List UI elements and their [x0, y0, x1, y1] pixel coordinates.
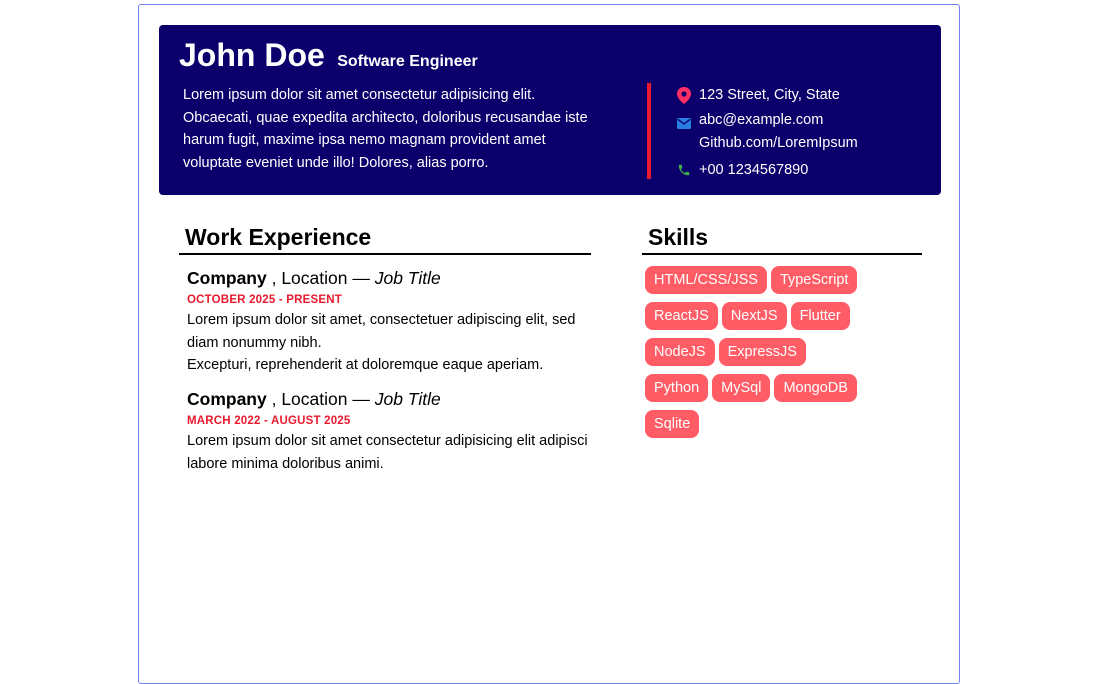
- skills-list: HTML/CSS/JSS TypeScript ReactJS NextJS F…: [645, 266, 875, 446]
- job-description: Lorem ipsum dolor sit amet, consectetuer…: [187, 309, 607, 377]
- header-divider: [647, 83, 651, 179]
- job-location: , Location —: [266, 389, 375, 409]
- contact-phone: +00 1234567890: [675, 161, 808, 179]
- person-name: John Doe: [179, 37, 325, 73]
- phone-text: +00 1234567890: [699, 162, 809, 178]
- skill-tag: ExpressJS: [718, 338, 806, 366]
- summary-text: Lorem ipsum dolor sit amet consectetur a…: [183, 87, 588, 171]
- job-location: , Location —: [266, 268, 375, 288]
- skill-tag: MongoDB: [774, 374, 857, 402]
- job-entry-1: Company , Location — Job Title OCTOBER 2…: [187, 268, 607, 377]
- job-title: Job Title: [374, 389, 441, 409]
- skill-tag: ReactJS: [645, 302, 718, 330]
- contact-email-github: abc@example.com Github.com/LoremIpsum: [675, 112, 858, 155]
- person-role: Software Engineer: [337, 53, 478, 70]
- job-description-line: Lorem ipsum dolor sit amet consectetur a…: [187, 433, 588, 472]
- email-github-block: abc@example.com Github.com/LoremIpsum: [699, 109, 858, 155]
- skill-tag: NodeJS: [645, 338, 715, 366]
- job-company: Company: [187, 268, 267, 288]
- job-description: Lorem ipsum dolor sit amet consectetur a…: [187, 430, 607, 475]
- email-text[interactable]: abc@example.com: [699, 109, 858, 132]
- skill-tag: Sqlite: [645, 410, 700, 438]
- skill-tag: HTML/CSS/JSS: [645, 266, 767, 294]
- job-title: Job Title: [374, 268, 441, 288]
- address-text: 123 Street, City, State: [699, 87, 840, 103]
- job-company: Company: [187, 389, 267, 409]
- location-pin-icon: [675, 86, 693, 104]
- job-entry-2: Company , Location — Job Title MARCH 202…: [187, 389, 607, 475]
- phone-icon: [675, 161, 693, 179]
- skill-tag: Python: [645, 374, 709, 402]
- skill-tag: MySql: [712, 374, 771, 402]
- job-heading: Company , Location — Job Title: [187, 268, 607, 289]
- job-heading: Company , Location — Job Title: [187, 389, 607, 410]
- work-experience-heading: Work Experience: [179, 225, 591, 255]
- skill-tag: NextJS: [721, 302, 787, 330]
- contact-address: 123 Street, City, State: [675, 86, 840, 104]
- github-text[interactable]: Github.com/LoremIpsum: [699, 132, 858, 155]
- resume-header: John Doe Software Engineer Lorem ipsum d…: [159, 25, 941, 195]
- job-description-line: Excepturi, reprehenderit at doloremque e…: [187, 357, 544, 373]
- skill-tag: TypeScript: [770, 266, 858, 294]
- resume-page: John Doe Software Engineer Lorem ipsum d…: [138, 4, 960, 684]
- job-description-line: Lorem ipsum dolor sit amet, consectetuer…: [187, 312, 576, 351]
- skill-tag: Flutter: [790, 302, 850, 330]
- skills-heading: Skills: [642, 225, 922, 255]
- job-dates: OCTOBER 2025 - PRESENT: [187, 294, 343, 306]
- name-row: John Doe Software Engineer: [179, 37, 478, 74]
- envelope-icon: [675, 114, 693, 132]
- job-dates: MARCH 2022 - AUGUST 2025: [187, 415, 351, 427]
